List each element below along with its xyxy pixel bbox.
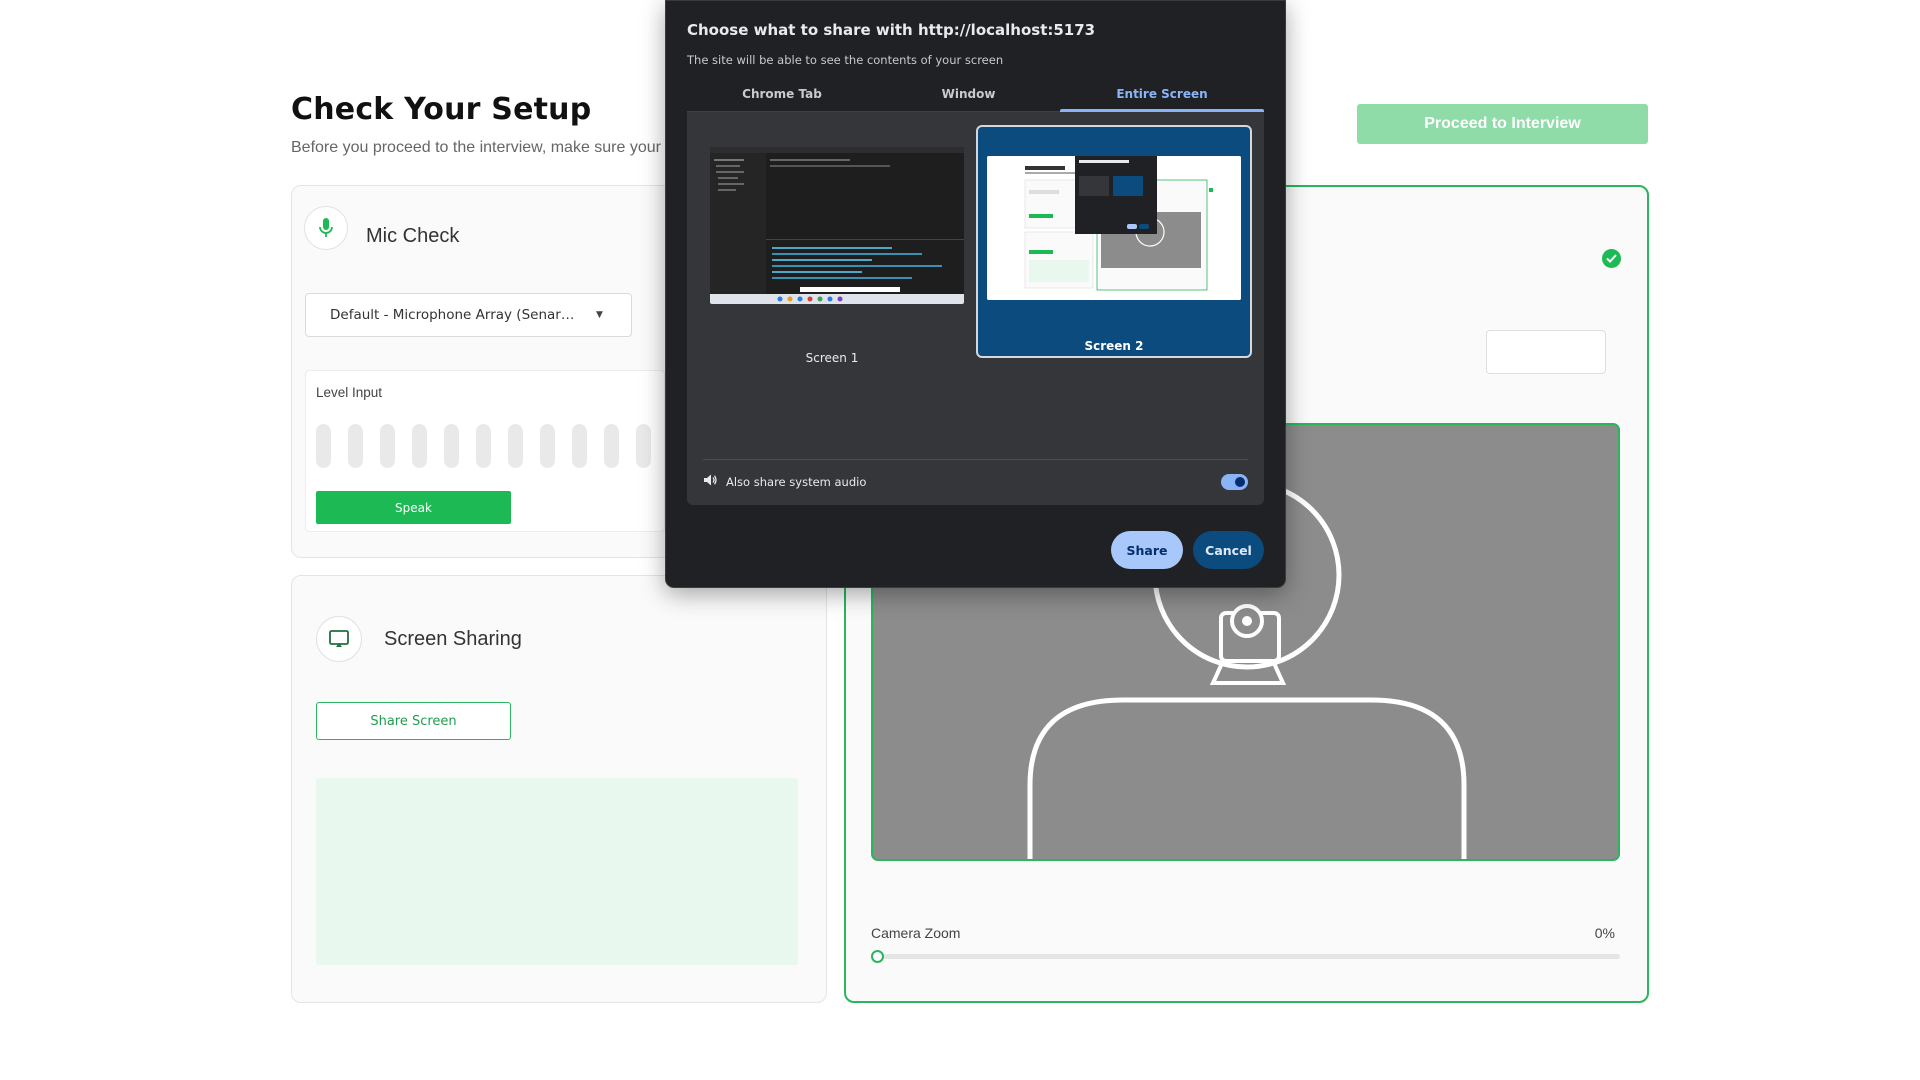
speaker-icon xyxy=(703,473,717,492)
share-system-audio-label: Also share system audio xyxy=(726,475,867,489)
level-bar xyxy=(380,424,395,468)
share-system-audio-row: Also share system audio xyxy=(703,471,1248,493)
camera-zoom-label: Camera Zoom xyxy=(871,925,961,941)
tab-window[interactable]: Window xyxy=(877,87,1060,111)
level-bar xyxy=(636,424,651,468)
camera-zoom-value: 0% xyxy=(1594,925,1615,941)
check-circle-icon xyxy=(1602,249,1621,268)
share-screen-button[interactable]: Share Screen xyxy=(316,702,511,740)
screen-sharing-card: Screen Sharing Share Screen xyxy=(291,575,827,1003)
page-subtitle: Before you proceed to the interview, mak… xyxy=(291,139,661,156)
screen-2-label: Screen 2 xyxy=(1084,339,1144,353)
screen-share-icon xyxy=(316,616,362,662)
screen-picker-panel: Screen 1 Screen 2 Also share system audi… xyxy=(687,112,1264,505)
level-bar xyxy=(604,424,619,468)
screen-option-1[interactable]: Screen 1 xyxy=(702,126,964,365)
level-bar xyxy=(476,424,491,468)
share-system-audio-toggle[interactable] xyxy=(1221,474,1248,490)
level-bar xyxy=(540,424,555,468)
screen-preview xyxy=(316,778,798,965)
cancel-button[interactable]: Cancel xyxy=(1193,531,1264,569)
microphone-select[interactable]: Default - Microphone Array (Senary ... ▼ xyxy=(305,293,632,337)
level-bar xyxy=(444,424,459,468)
share-screen-dialog: Choose what to share with http://localho… xyxy=(665,0,1286,588)
screen-1-thumbnail xyxy=(710,147,964,304)
level-bar xyxy=(316,424,331,468)
proceed-to-interview-button[interactable]: Proceed to Interview xyxy=(1357,104,1648,144)
level-bar xyxy=(572,424,587,468)
microphone-icon xyxy=(304,206,348,250)
level-meter xyxy=(316,424,651,468)
dialog-title: Choose what to share with http://localho… xyxy=(687,21,1096,39)
chevron-down-icon: ▼ xyxy=(596,310,603,320)
mic-check-heading: Mic Check xyxy=(366,225,460,247)
screen-sharing-heading: Screen Sharing xyxy=(384,628,522,650)
level-bar xyxy=(348,424,363,468)
tab-entire-screen[interactable]: Entire Screen xyxy=(1060,87,1264,111)
screen-2-thumbnail xyxy=(987,156,1241,300)
page-title: Check Your Setup xyxy=(291,92,592,127)
share-button[interactable]: Share xyxy=(1111,531,1183,569)
screen-option-2[interactable]: Screen 2 xyxy=(976,125,1252,358)
audio-divider xyxy=(703,459,1248,460)
level-bar xyxy=(508,424,523,468)
dialog-subtitle: The site will be able to see the content… xyxy=(687,53,1004,67)
camera-zoom-slider-thumb[interactable] xyxy=(871,950,884,963)
speak-button[interactable]: Speak xyxy=(316,491,511,524)
level-input-panel: Level Input Speak xyxy=(305,370,665,532)
level-bar xyxy=(412,424,427,468)
tab-chrome-tab[interactable]: Chrome Tab xyxy=(687,87,877,111)
microphone-select-value: Default - Microphone Array (Senary ... xyxy=(330,307,582,323)
screen-1-label: Screen 1 xyxy=(805,351,859,365)
camera-zoom-slider[interactable] xyxy=(871,954,1620,959)
level-input-label: Level Input xyxy=(316,385,383,400)
camera-select[interactable] xyxy=(1486,330,1606,374)
